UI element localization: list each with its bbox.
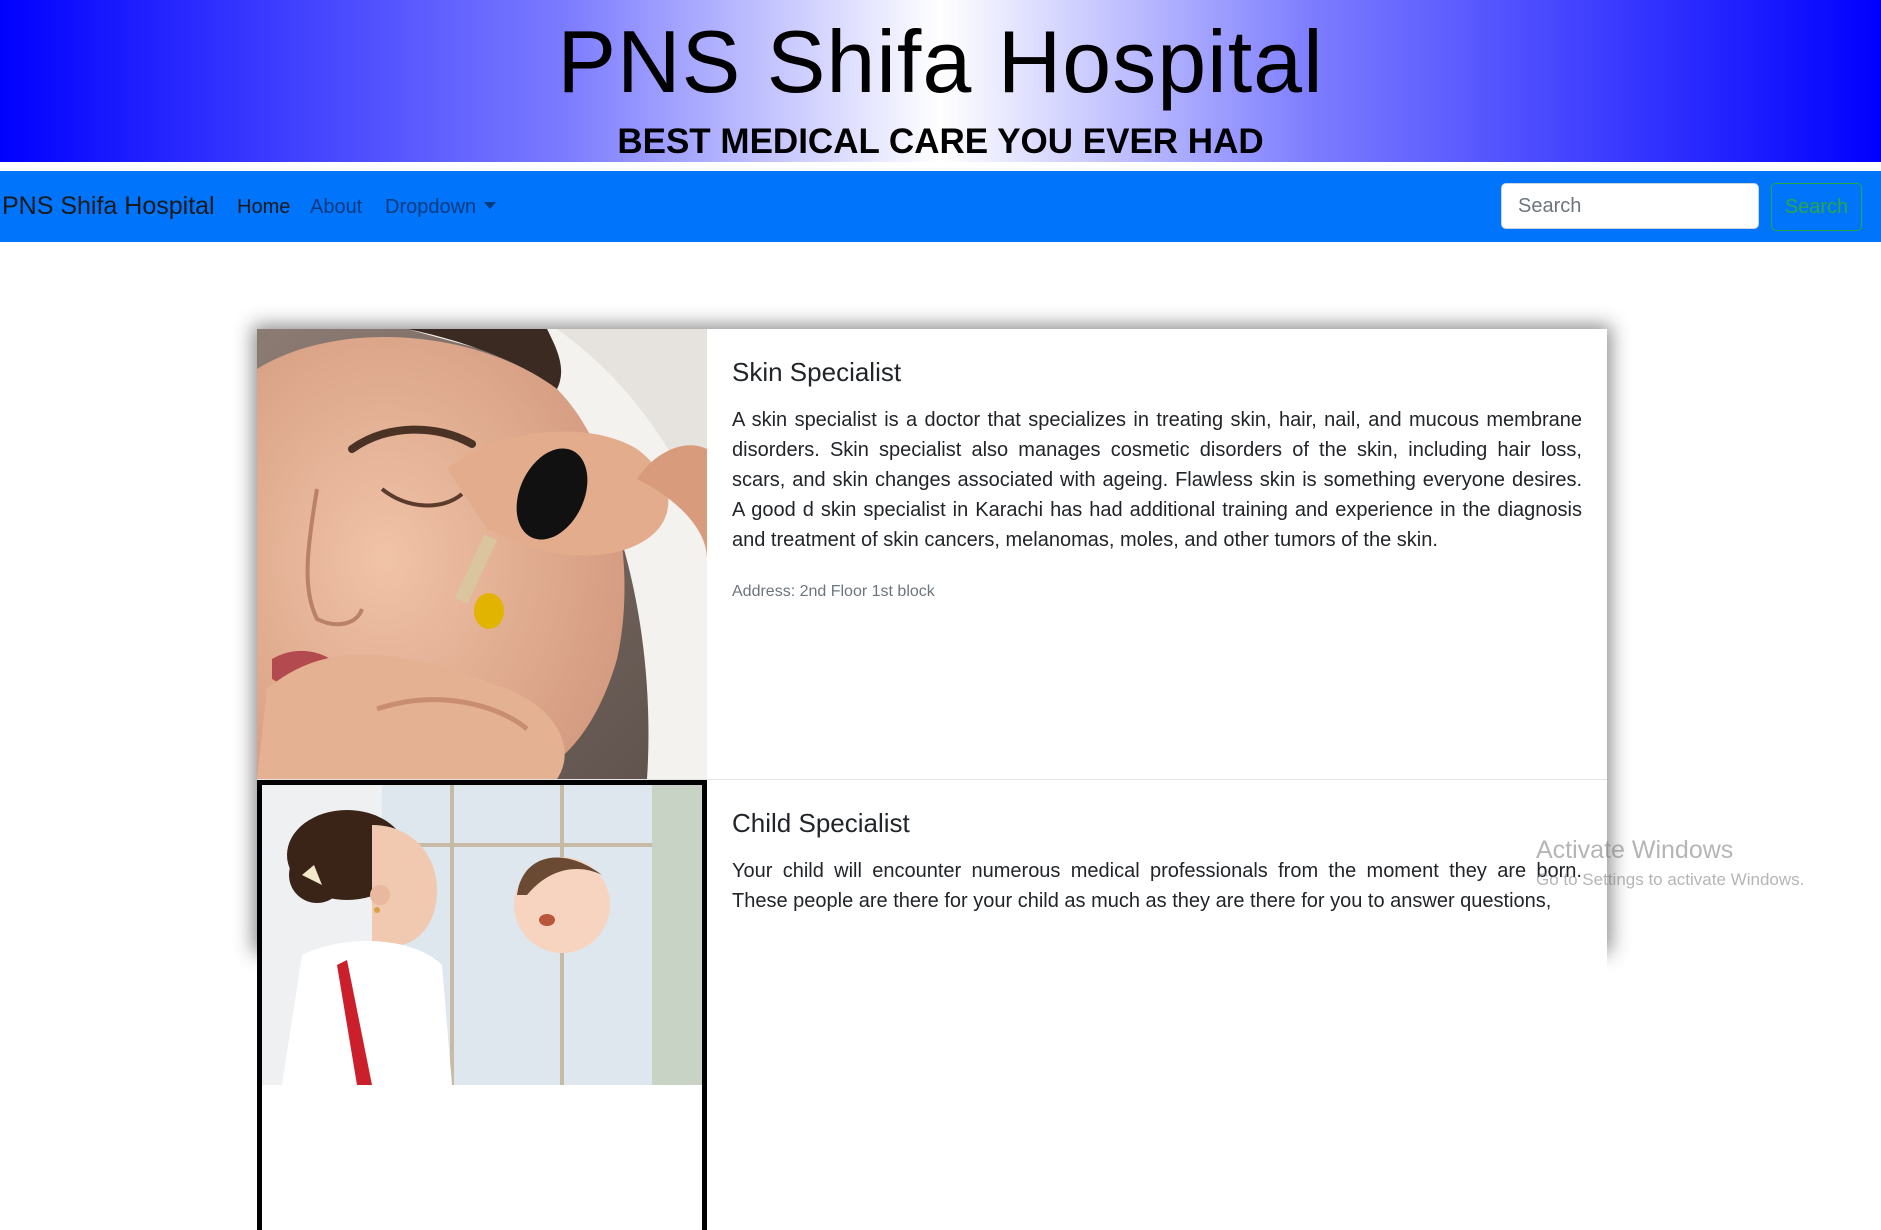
specialist-card-child: Child Specialist Your child will encount… — [257, 780, 1607, 1230]
watermark-title: Activate Windows — [1536, 836, 1734, 864]
search-input[interactable] — [1501, 183, 1759, 229]
nav-dropdown-label: Dropdown — [385, 196, 477, 218]
card-description: Your child will encounter numerous medic… — [732, 860, 1582, 912]
skin-specialist-image — [257, 329, 707, 779]
navbar-brand[interactable]: PNS Shifa Hospital — [2, 191, 215, 221]
specialist-card-list: Skin Specialist A skin specialist is a d… — [257, 329, 1607, 1230]
skin-card-body: Skin Specialist A skin specialist is a d… — [732, 329, 1582, 603]
caret-down-icon — [484, 202, 497, 209]
nav-about-link[interactable]: About — [310, 194, 362, 220]
card-title: Skin Specialist — [732, 357, 902, 387]
card-title: Child Specialist — [732, 808, 910, 838]
watermark-subtitle: Go to Settings to activate Windows. — [1536, 870, 1805, 889]
search-button[interactable]: Search — [1771, 183, 1862, 231]
navbar: PNS Shifa Hospital Home About Dropdown S… — [0, 171, 1881, 242]
nav-dropdown-toggle[interactable]: Dropdown — [385, 194, 497, 220]
card-address: Address: 2nd Floor 1st block — [732, 583, 935, 600]
child-specialist-image — [257, 780, 707, 1230]
nav-home-link[interactable]: Home — [237, 194, 290, 220]
header-banner: PNS Shifa Hospital BEST MEDICAL CARE YOU… — [0, 0, 1881, 162]
activate-windows-watermark: Activate Windows Go to Settings to activ… — [1536, 835, 1804, 892]
hospital-tagline: BEST MEDICAL CARE YOU EVER HAD — [617, 122, 1264, 161]
card-description: A skin specialist is a doctor that speci… — [732, 409, 1582, 551]
hospital-title: PNS Shifa Hospital — [557, 12, 1324, 111]
child-card-body: Child Specialist Your child will encount… — [732, 780, 1582, 916]
specialist-card-skin: Skin Specialist A skin specialist is a d… — [257, 329, 1607, 780]
